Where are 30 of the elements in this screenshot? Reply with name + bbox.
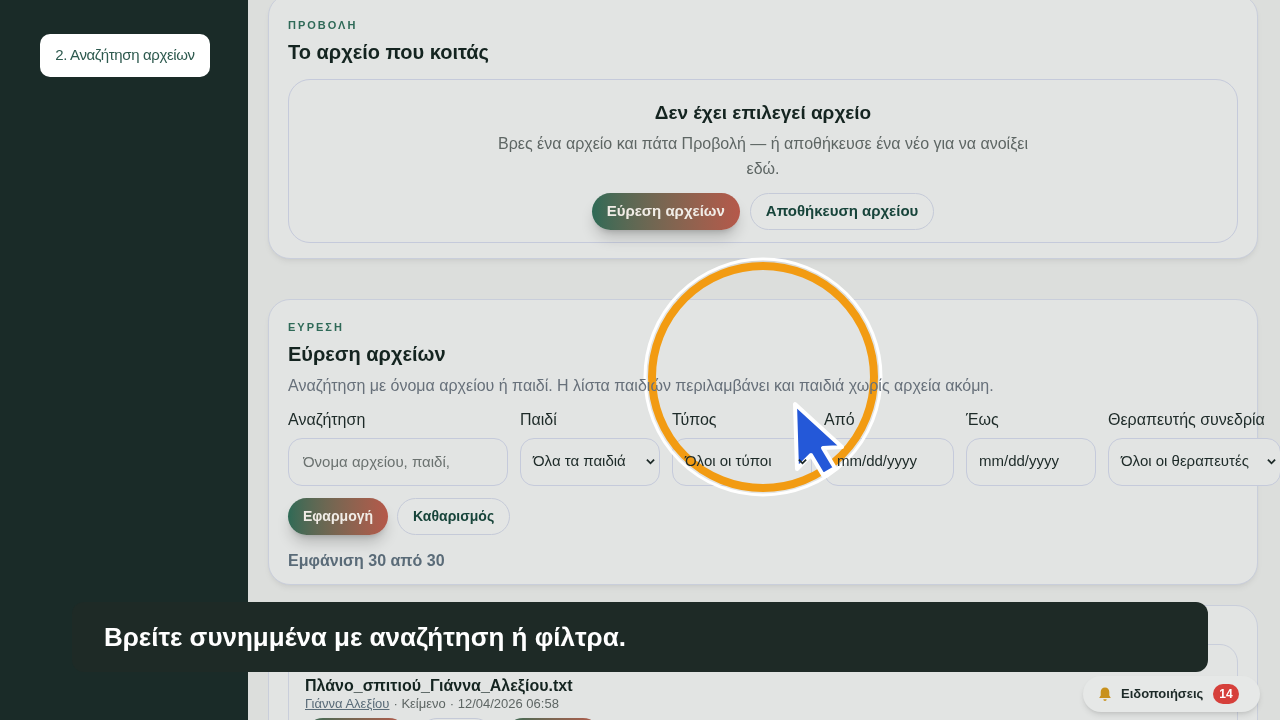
step-item[interactable]: 2. Αναζήτηση αρχείων	[40, 34, 210, 77]
section-eyebrow: ΕΥΡΕΣΗ	[288, 320, 345, 335]
button[interactable]: Εύρεση αρχείων	[591, 193, 740, 230]
empty-state-title: Δεν έχει επιλεγεί αρχείο	[654, 100, 872, 125]
button[interactable]: Εφαρμογή	[288, 497, 389, 535]
file-date: · 12/04/2026 06:58	[449, 696, 559, 712]
notifications-button[interactable]: Ειδοποιήσεις 14	[1083, 676, 1260, 712]
section-eyebrow: ΠΡΟΒΟΛΗ	[288, 18, 359, 33]
field-label: Τύπος	[672, 409, 718, 428]
button[interactable]: Καθαρισμός	[397, 497, 511, 535]
dropdown[interactable]: Όλοι οι θεραπευτές	[1108, 437, 1280, 486]
field-label: Από	[824, 409, 856, 428]
field-label: Έως	[966, 409, 1000, 428]
section-title: Το αρχείο που κοιτάς	[288, 39, 490, 65]
notifications-label: Ειδοποιήσεις	[1121, 685, 1204, 704]
file-type: · Κείμενο	[393, 696, 446, 712]
button[interactable]: Αποθήκευση αρχείου	[749, 193, 935, 230]
search-field[interactable]: Όνομα αρχείου, παιδί,	[288, 437, 508, 486]
field-label: Αναζήτηση	[288, 409, 367, 428]
dropdown[interactable]: Όλα τα παιδιά	[520, 437, 660, 486]
child-link[interactable]: Γιάννα Αλεξίου	[305, 696, 390, 712]
tour-caption: Βρείτε συνημμένα με αναζήτηση ή φίλτρα.	[72, 602, 1208, 672]
section-title: Εύρεση αρχείων	[288, 341, 447, 367]
field-label: Θεραπευτής συνεδρία	[1108, 409, 1266, 428]
date-field[interactable]: mm/dd/yyyy	[966, 437, 1096, 486]
results-count: Εμφάνιση 30 από 30	[288, 550, 446, 571]
empty-state-text: Βρες ένα αρχείο και πάτα Προβολή — ή αποθήκευσε ένα νέο για να ανοίξει εδώ.	[497, 134, 1029, 179]
field-label: Παιδί	[520, 409, 558, 428]
file-name: Πλάνο_σπιτιού_Γιάννα_Αλεξίου.txt	[305, 676, 573, 695]
count-badge: 14	[1213, 684, 1239, 704]
